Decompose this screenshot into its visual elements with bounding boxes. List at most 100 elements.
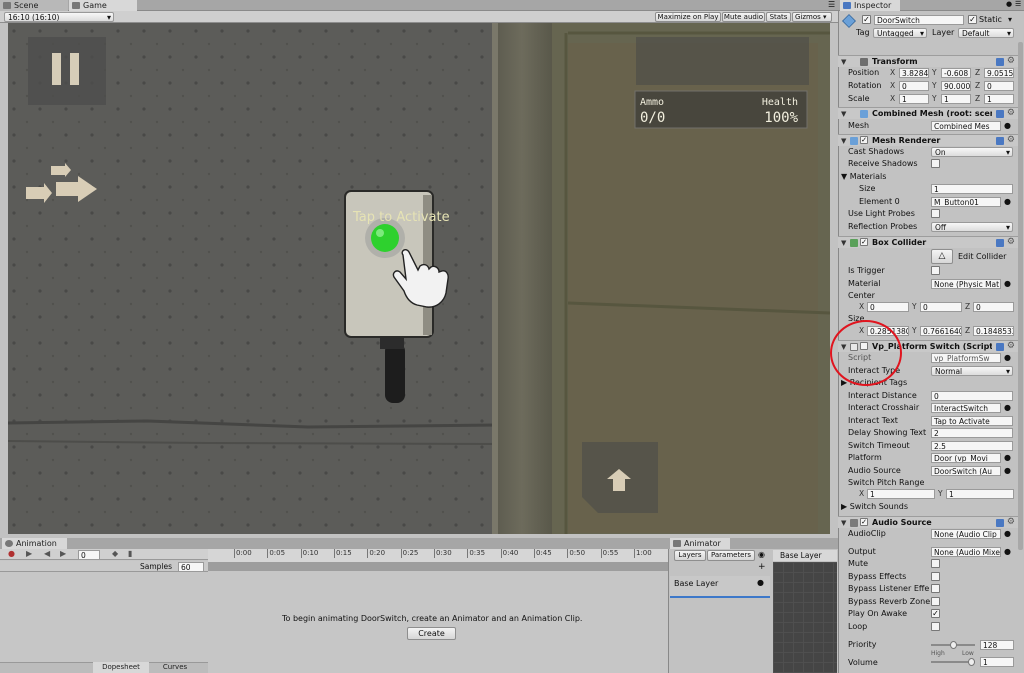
gear-icon[interactable]: ⚙	[1007, 108, 1015, 118]
center-z-field[interactable]: 0	[973, 302, 1014, 312]
gear-icon[interactable]: ⚙	[1007, 341, 1015, 351]
inspector-scrollbar[interactable]	[1018, 42, 1023, 550]
object-picker-icon[interactable]: ●	[1004, 547, 1011, 556]
layer-list-item[interactable]: Base Layer ●	[670, 576, 770, 598]
object-picker-icon[interactable]: ●	[1004, 403, 1011, 412]
mesh-renderer-header[interactable]: ▼ ✓ Mesh Renderer ⚙	[838, 134, 1018, 146]
add-event-icon[interactable]: ▮	[128, 549, 132, 558]
pitch-x-field[interactable]: 1	[867, 489, 935, 499]
play-on-awake-checkbox[interactable]: ✓	[931, 609, 940, 618]
static-checkbox[interactable]: ✓	[968, 15, 977, 24]
next-key-icon[interactable]: ▶	[60, 549, 66, 558]
inspector-menu-icon[interactable]: ☰	[1015, 0, 1021, 8]
create-button[interactable]: Create	[407, 627, 456, 640]
gear-icon[interactable]: ⚙	[1007, 517, 1015, 527]
maximize-on-play-toggle[interactable]: Maximize on Play	[655, 12, 721, 22]
scale-x-field[interactable]: 1	[899, 94, 929, 104]
tab-parameters[interactable]: Parameters	[707, 550, 755, 561]
delay-field[interactable]: 2	[931, 428, 1013, 438]
gear-icon[interactable]: ⚙	[1007, 56, 1015, 66]
cast-shadows-dropdown[interactable]: On	[931, 147, 1013, 157]
eye-icon[interactable]: ◉	[758, 550, 765, 559]
use-light-probes-checkbox[interactable]	[931, 209, 940, 218]
position-z-field[interactable]: 9.0515	[984, 68, 1014, 78]
game-view[interactable]: Tap to Activate Ammo Health 0/0 100%	[8, 23, 830, 534]
gear-icon[interactable]: ⚙	[1007, 237, 1015, 247]
help-icon[interactable]	[996, 519, 1004, 527]
tab-animation[interactable]: Animation	[2, 538, 67, 549]
center-y-field[interactable]: 0	[920, 302, 962, 312]
samples-field[interactable]: 60	[178, 562, 204, 572]
add-keyframe-icon[interactable]: ◆	[112, 549, 118, 558]
interact-distance-field[interactable]: 0	[931, 391, 1013, 401]
element0-field[interactable]: M_Button01	[931, 197, 1001, 207]
help-icon[interactable]	[996, 239, 1004, 247]
tab-curves[interactable]: Curves	[149, 662, 201, 673]
object-picker-icon[interactable]: ●	[1004, 121, 1011, 130]
position-x-field[interactable]: 3.8284	[899, 68, 929, 78]
object-name-field[interactable]: DoorSwitch	[874, 15, 964, 25]
stats-toggle[interactable]: Stats	[766, 12, 791, 22]
component-enabled-checkbox[interactable]: ✓	[860, 518, 868, 526]
prev-key-icon[interactable]: ◀	[44, 549, 50, 558]
interact-type-dropdown[interactable]: Normal	[931, 366, 1013, 376]
help-icon[interactable]	[996, 58, 1004, 66]
aspect-dropdown[interactable]: 16:10 (16:10)	[4, 12, 114, 22]
priority-field[interactable]: 128	[980, 640, 1014, 650]
reflection-probes-dropdown[interactable]: Off	[931, 222, 1013, 232]
bypass-effects-checkbox[interactable]	[931, 572, 940, 581]
pitch-y-field[interactable]: 1	[946, 489, 1014, 499]
center-x-field[interactable]: 0	[867, 302, 909, 312]
foldout-arrow-icon[interactable]: ▼	[841, 172, 850, 181]
output-field[interactable]: None (Audio Mixe	[931, 547, 1001, 557]
frame-field[interactable]: 0	[78, 550, 100, 560]
tab-inspector[interactable]: Inspector	[840, 0, 900, 11]
chevron-down-icon[interactable]: ▾	[1008, 15, 1012, 24]
audio-source-field[interactable]: DoorSwitch (Au	[931, 466, 1001, 476]
priority-slider[interactable]	[931, 640, 975, 650]
record-icon[interactable]: ●	[8, 549, 15, 558]
combined-mesh-header[interactable]: ▼ Combined Mesh (root: scene) ⚙	[838, 107, 1018, 119]
mute-audio-toggle[interactable]: Mute audio	[722, 12, 765, 22]
script-field[interactable]: vp_PlatformSw	[931, 353, 1001, 363]
help-icon[interactable]	[996, 137, 1004, 145]
interact-crosshair-field[interactable]: InteractSwitch	[931, 403, 1001, 413]
panel-menu-icon[interactable]: ☰	[828, 0, 835, 9]
object-picker-icon[interactable]: ●	[1004, 453, 1011, 462]
slider-thumb[interactable]	[949, 641, 957, 649]
scale-z-field[interactable]: 1	[984, 94, 1014, 104]
layer-settings-icon[interactable]: ●	[757, 578, 764, 587]
object-picker-icon[interactable]: ●	[1004, 197, 1011, 206]
edit-collider-button[interactable]: △	[931, 249, 953, 264]
size-y-field[interactable]: 0.7661640	[920, 326, 962, 336]
tab-dopesheet[interactable]: Dopesheet	[93, 662, 149, 673]
layer-dropdown[interactable]: Default	[958, 28, 1014, 38]
audio-source-header[interactable]: ▼ ✓ Audio Source ⚙	[838, 516, 1018, 528]
object-picker-icon[interactable]: ●	[1004, 529, 1011, 538]
help-icon[interactable]	[996, 343, 1004, 351]
tab-layers[interactable]: Layers	[674, 550, 706, 561]
component-enabled-checkbox[interactable]: ✓	[860, 136, 868, 144]
volume-field[interactable]: 1	[980, 657, 1014, 667]
tab-animator[interactable]: Animator	[670, 538, 730, 549]
play-icon[interactable]: ▶	[26, 549, 32, 558]
rotation-z-field[interactable]: 0	[984, 81, 1014, 91]
add-layer-icon[interactable]: +	[758, 562, 766, 572]
audioclip-field[interactable]: None (Audio Clip	[931, 529, 1001, 539]
active-checkbox[interactable]: ✓	[862, 15, 871, 24]
component-enabled-checkbox[interactable]: ✓	[860, 238, 868, 246]
timeline-scroll[interactable]	[208, 562, 668, 571]
tab-game[interactable]: Game	[69, 0, 137, 11]
receive-shadows-checkbox[interactable]	[931, 159, 940, 168]
size-z-field[interactable]: 0.1848533	[973, 326, 1014, 336]
help-icon[interactable]	[996, 110, 1004, 118]
box-collider-header[interactable]: ▼ ✓ Box Collider ⚙	[838, 236, 1018, 248]
interact-text-field[interactable]: Tap to Activate	[931, 416, 1013, 426]
scale-y-field[interactable]: 1	[941, 94, 971, 104]
tag-dropdown[interactable]: Untagged	[873, 28, 927, 38]
gizmos-dropdown[interactable]: Gizmos ▾	[792, 12, 832, 22]
lock-icon[interactable]: ●	[1006, 0, 1012, 8]
object-picker-icon[interactable]: ●	[1004, 466, 1011, 475]
tab-scene[interactable]: Scene	[0, 0, 68, 11]
rotation-x-field[interactable]: 0	[899, 81, 929, 91]
